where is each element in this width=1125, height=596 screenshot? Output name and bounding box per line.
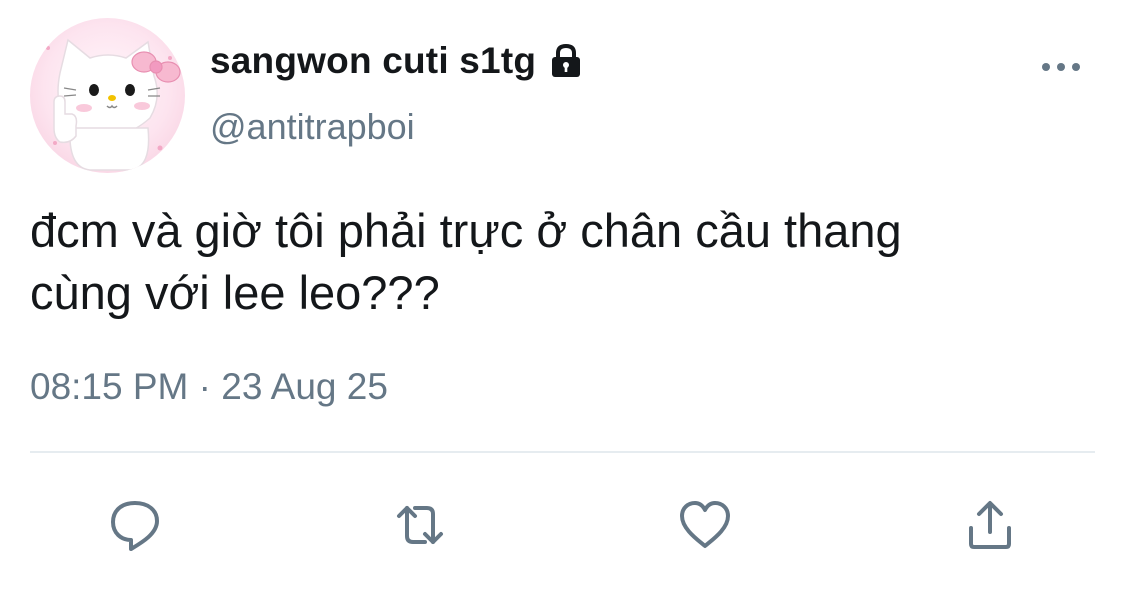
more-options-button[interactable] — [1036, 52, 1086, 82]
tweet-timestamp[interactable]: 08:15 PM · 23 Aug 25 — [30, 366, 388, 408]
reply-button[interactable] — [100, 490, 170, 560]
tweet-time: 08:15 PM — [30, 366, 189, 407]
reply-icon — [111, 501, 159, 551]
divider — [30, 451, 1095, 453]
share-button[interactable] — [955, 490, 1025, 560]
tweet-date: 23 Aug 25 — [221, 366, 388, 407]
share-icon — [969, 501, 1011, 549]
like-button[interactable] — [670, 490, 740, 560]
avatar[interactable] — [30, 18, 185, 173]
lock-icon — [552, 43, 581, 77]
tweet-text: đcm và giờ tôi phải trực ở chân cầu than… — [30, 204, 902, 319]
author-handle[interactable]: @antitrapboi — [210, 106, 415, 148]
retweet-button[interactable] — [385, 490, 455, 560]
hello-kitty-avatar-icon — [46, 38, 181, 171]
timestamp-separator: · — [188, 366, 222, 407]
more-options-icon — [1042, 63, 1080, 71]
heart-icon — [680, 501, 730, 548]
author-name-row: sangwon cuti s1tg — [210, 40, 586, 82]
author-display-name[interactable]: sangwon cuti s1tg — [210, 40, 536, 82]
retweet-icon — [397, 506, 443, 544]
